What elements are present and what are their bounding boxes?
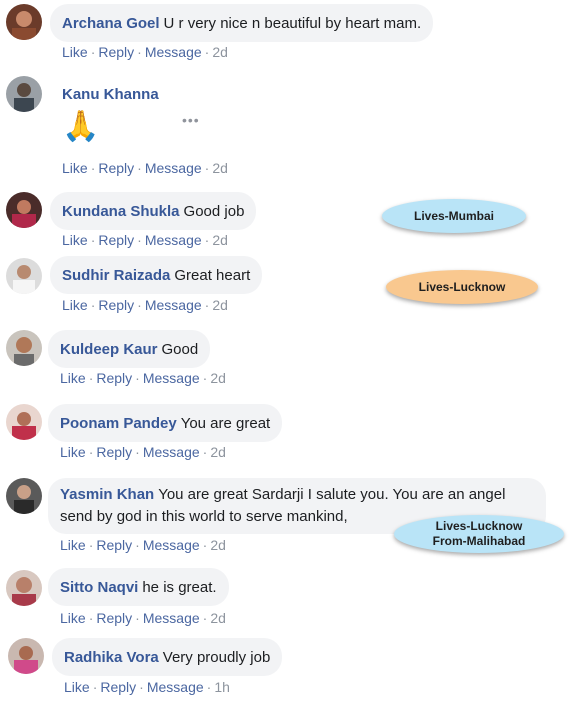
reply-link[interactable]: Reply [96, 370, 132, 386]
comment-bubble: Sudhir Raizada Great heart [50, 256, 263, 294]
reply-link[interactable]: Reply [98, 160, 134, 176]
comment-author[interactable]: Yasmin Khan [60, 486, 154, 503]
like-link[interactable]: Like [62, 44, 88, 60]
comment-time[interactable]: 2d [210, 370, 226, 386]
avatar[interactable] [8, 638, 44, 674]
message-link[interactable]: Message [145, 44, 202, 60]
comment-author[interactable]: Kuldeep Kaur [60, 341, 158, 358]
like-link[interactable]: Like [60, 610, 86, 626]
location-tag-mumbai: Lives-Mumbai [382, 199, 526, 233]
comment-text: Good [161, 341, 199, 358]
comment-actions: Like · Reply · Message · 2d [62, 297, 228, 313]
avatar[interactable] [6, 192, 42, 228]
reply-link[interactable]: Reply [96, 610, 132, 626]
comment-author[interactable]: Kundana Shukla [62, 203, 180, 220]
location-tag-lucknow: Lives-Lucknow [386, 270, 538, 304]
location-tag-malihabad: Lives-Lucknow From-Malihabad [394, 515, 564, 553]
comment-actions: Like · Reply · Message · 2d [60, 610, 226, 626]
message-link[interactable]: Message [143, 444, 200, 460]
message-link[interactable]: Message [143, 537, 200, 553]
like-link[interactable]: Like [64, 679, 90, 695]
comment-author[interactable]: Archana Goel [62, 15, 160, 32]
avatar[interactable] [6, 258, 42, 294]
like-link[interactable]: Like [60, 537, 86, 553]
message-link[interactable]: Message [145, 232, 202, 248]
comment-author[interactable]: Kanu Khanna [62, 86, 159, 103]
message-link[interactable]: Message [145, 160, 202, 176]
more-options-icon[interactable]: ••• [182, 112, 200, 128]
comment-actions: Like · Reply · Message · 2d [60, 370, 226, 386]
avatar[interactable] [6, 570, 42, 606]
comment-text: Very proudly job [162, 649, 271, 666]
avatar[interactable] [6, 478, 42, 514]
praying-hands-emoji: 🙏 [62, 110, 100, 143]
reply-link[interactable]: Reply [98, 232, 134, 248]
comment-text: he is great. [142, 579, 217, 596]
comment-bubble: Kuldeep Kaur Good [48, 330, 211, 368]
comment-time[interactable]: 2d [212, 297, 228, 313]
comment-time[interactable]: 2d [210, 610, 226, 626]
message-link[interactable]: Message [147, 679, 204, 695]
reply-link[interactable]: Reply [98, 297, 134, 313]
comment-bubble: Kanu Khanna [50, 84, 175, 108]
reply-link[interactable]: Reply [96, 537, 132, 553]
comment-time[interactable]: 2d [210, 444, 226, 460]
reply-link[interactable]: Reply [98, 44, 134, 60]
comment-time[interactable]: 2d [212, 232, 228, 248]
comment-text: Good job [183, 203, 245, 220]
comment-text: Great heart [174, 267, 251, 284]
comment-bubble: Kundana Shukla Good job [50, 192, 257, 230]
comment-bubble: Sitto Naqvi he is great. [48, 568, 229, 606]
comment-bubble: Radhika Vora Very proudly job [52, 638, 283, 676]
comment-time[interactable]: 2d [210, 537, 226, 553]
comment-text: You are great [180, 415, 271, 432]
comment-time[interactable]: 1h [214, 679, 230, 695]
comment-text: U r very nice n beautiful by heart mam. [163, 15, 422, 32]
comment-time[interactable]: 2d [212, 160, 228, 176]
comment-actions: Like · Reply · Message · 2d [62, 232, 228, 248]
comment-author[interactable]: Sitto Naqvi [60, 579, 138, 596]
comment-actions: Like · Reply · Message · 1h [64, 679, 230, 695]
comment-actions: Like · Reply · Message · 2d [60, 444, 226, 460]
message-link[interactable]: Message [143, 610, 200, 626]
comment-actions: Like · Reply · Message · 2d [60, 537, 226, 553]
like-link[interactable]: Like [60, 444, 86, 460]
comment-author[interactable]: Radhika Vora [64, 649, 159, 666]
avatar[interactable] [6, 76, 42, 112]
avatar[interactable] [6, 330, 42, 366]
comment-author[interactable]: Sudhir Raizada [62, 267, 170, 284]
like-link[interactable]: Like [60, 370, 86, 386]
like-link[interactable]: Like [62, 160, 88, 176]
message-link[interactable]: Message [145, 297, 202, 313]
comment-bubble: Archana Goel U r very nice n beautiful by… [50, 4, 434, 42]
comment-author[interactable]: Poonam Pandey [60, 415, 177, 432]
comment-bubble: Poonam Pandey You are great [48, 404, 283, 442]
reply-link[interactable]: Reply [96, 444, 132, 460]
like-link[interactable]: Like [62, 232, 88, 248]
comment-actions: Like · Reply · Message · 2d [62, 160, 228, 176]
comment-time[interactable]: 2d [212, 44, 228, 60]
reply-link[interactable]: Reply [100, 679, 136, 695]
avatar[interactable] [6, 4, 42, 40]
comment-actions: Like · Reply · Message · 2d [62, 44, 228, 60]
like-link[interactable]: Like [62, 297, 88, 313]
message-link[interactable]: Message [143, 370, 200, 386]
avatar[interactable] [6, 404, 42, 440]
